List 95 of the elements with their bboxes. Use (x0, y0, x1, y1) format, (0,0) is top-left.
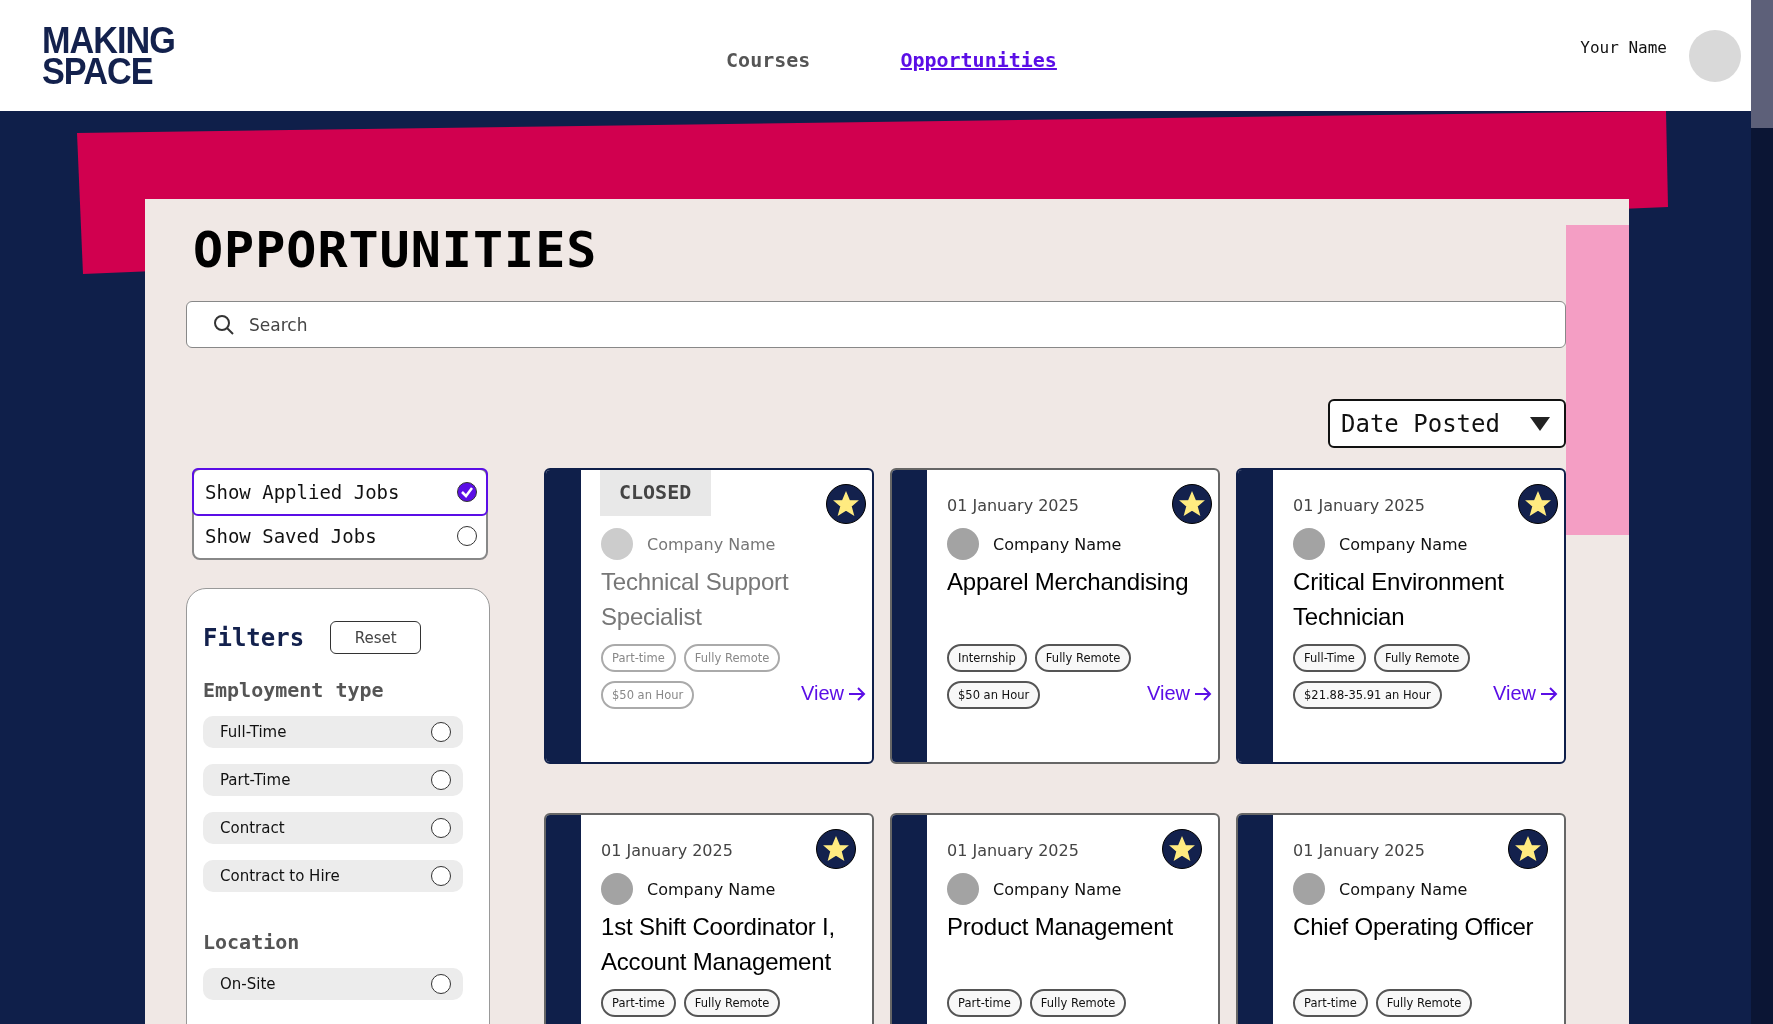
nav-link[interactable]: Courses (726, 47, 811, 72)
radio-button[interactable] (431, 722, 451, 742)
tag: Part-time (947, 989, 1022, 1017)
arrow-icon (1194, 685, 1212, 702)
sort-dropdown[interactable]: Date Posted (1328, 399, 1566, 448)
tag: Fully Remote (683, 644, 781, 672)
option-label: On-Site (220, 975, 276, 993)
filter-group-heading: Employment type (203, 678, 385, 702)
company-name: Company Name (1339, 534, 1468, 554)
page-title: OPPORTUNITIES (193, 221, 599, 279)
tag: $50 an Hour (947, 681, 1041, 709)
user-name: Your Name (1580, 38, 1667, 57)
tag: Part-time (601, 989, 676, 1017)
logo[interactable]: MAKING SPACE (42, 24, 175, 87)
tag: Fully Remote (683, 989, 781, 1017)
job-card[interactable]: CLOSED Company Name Technical Support Specialist Part-time Fully Remote $50 an Hour View (544, 468, 874, 764)
company-name: Company Name (993, 879, 1122, 899)
tag: $50 an Hour (601, 681, 695, 709)
star-button[interactable] (1508, 829, 1548, 869)
job-title: 1st Shift Coordinator I, Account Management (601, 912, 836, 977)
job-title: Technical Support Specialist (601, 567, 790, 632)
search-icon (213, 313, 235, 336)
option-label: Part-Time (220, 771, 291, 789)
radio-button[interactable] (431, 770, 451, 790)
radio-button[interactable] (457, 482, 477, 502)
toggle-option[interactable]: Show Saved Jobs (194, 514, 486, 558)
arrow-icon (1540, 685, 1558, 702)
toggle-label: Show Saved Jobs (205, 525, 377, 547)
option-label: Contract to Hire (220, 867, 340, 885)
filter-option[interactable]: On-Site (203, 968, 463, 1000)
company-name: Company Name (1339, 879, 1468, 899)
nav-link[interactable]: Opportunities (900, 47, 1057, 72)
post-date: 01 January 2025 (1293, 496, 1425, 515)
check-icon (460, 486, 474, 498)
tag: Internship (947, 644, 1027, 672)
search-input[interactable]: Search (247, 313, 1539, 336)
caret-icon (1530, 416, 1550, 431)
company-logo (947, 528, 979, 560)
company-name: Company Name (647, 534, 776, 554)
option-label: Full-Time (220, 723, 287, 741)
company-logo (947, 873, 979, 905)
scrollbar[interactable] (1751, 0, 1773, 1024)
job-card[interactable]: 01 January 2025 Company Name Product Management Part-time Fully Remote (890, 813, 1220, 1024)
toggle-label: Show Applied Jobs (205, 481, 400, 503)
company-logo (1293, 873, 1325, 905)
filters-heading: Filters (203, 623, 305, 652)
job-card[interactable]: 01 January 2025 Company Name Apparel Merchandising Internship Fully Remote $50 an Hour View (890, 468, 1220, 764)
filter-option[interactable]: Contract to Hire (203, 860, 463, 892)
post-date: 01 January 2025 (1293, 841, 1425, 860)
star-button[interactable] (1518, 484, 1558, 524)
view-link[interactable]: View (1493, 682, 1558, 705)
job-card[interactable]: 01 January 2025 Company Name Chief Operating Officer Part-time Fully Remote (1236, 813, 1566, 1024)
radio-button[interactable] (431, 974, 451, 994)
company-logo (601, 873, 633, 905)
company-name: Company Name (647, 879, 776, 899)
company-logo (1293, 528, 1325, 560)
job-card[interactable]: 01 January 2025 Company Name Critical Environment Technician Full-Time Fully Remote $21.88-35.91 an Hour View (1236, 468, 1566, 764)
toggle-option[interactable]: Show Applied Jobs (192, 468, 488, 516)
scrollbar-thumb[interactable] (1751, 0, 1773, 128)
tag: $21.88-35.91 an Hour (1293, 681, 1442, 709)
star-button[interactable] (1172, 484, 1212, 524)
job-title: Apparel Merchandising (947, 567, 1190, 597)
job-title: Chief Operating Officer (1293, 912, 1535, 942)
filter-option[interactable]: Part-Time (203, 764, 463, 796)
filter-option[interactable]: Full-Time (203, 716, 463, 748)
view-link[interactable]: View (801, 682, 866, 705)
company-logo (601, 528, 633, 560)
company-name: Company Name (993, 534, 1122, 554)
star-button[interactable] (1162, 829, 1202, 869)
star-button[interactable] (826, 484, 866, 524)
radio-button[interactable] (431, 866, 451, 886)
tag: Fully Remote (1029, 989, 1127, 1017)
post-date: 01 January 2025 (947, 496, 1079, 515)
post-date: 01 January 2025 (947, 841, 1079, 860)
filter-option[interactable]: Contract (203, 812, 463, 844)
tag: Part-time (1293, 989, 1368, 1017)
reset-button[interactable]: Reset (330, 621, 422, 654)
arrow-icon (848, 685, 866, 702)
radio-button[interactable] (431, 818, 451, 838)
status-badge: CLOSED (600, 470, 712, 516)
search-field[interactable]: Search (186, 301, 1566, 348)
star-button[interactable] (816, 829, 856, 869)
tag: Part-time (601, 644, 676, 672)
tag: Fully Remote (1373, 644, 1471, 672)
radio-button[interactable] (457, 526, 477, 546)
job-card[interactable]: 01 January 2025 Company Name 1st Shift Coordinator I, Account Management Part-time Fully Remote (544, 813, 874, 1024)
filter-group-heading: Location (203, 930, 301, 954)
tag: Full-Time (1293, 644, 1366, 672)
view-link[interactable]: View (1147, 682, 1212, 705)
job-title: Product Management (947, 912, 1174, 942)
post-date: 01 January 2025 (601, 841, 733, 860)
option-label: Contract (220, 819, 285, 837)
job-title: Critical Environment Technician (1293, 567, 1505, 632)
tag: Fully Remote (1375, 989, 1473, 1017)
tag: Fully Remote (1034, 644, 1132, 672)
